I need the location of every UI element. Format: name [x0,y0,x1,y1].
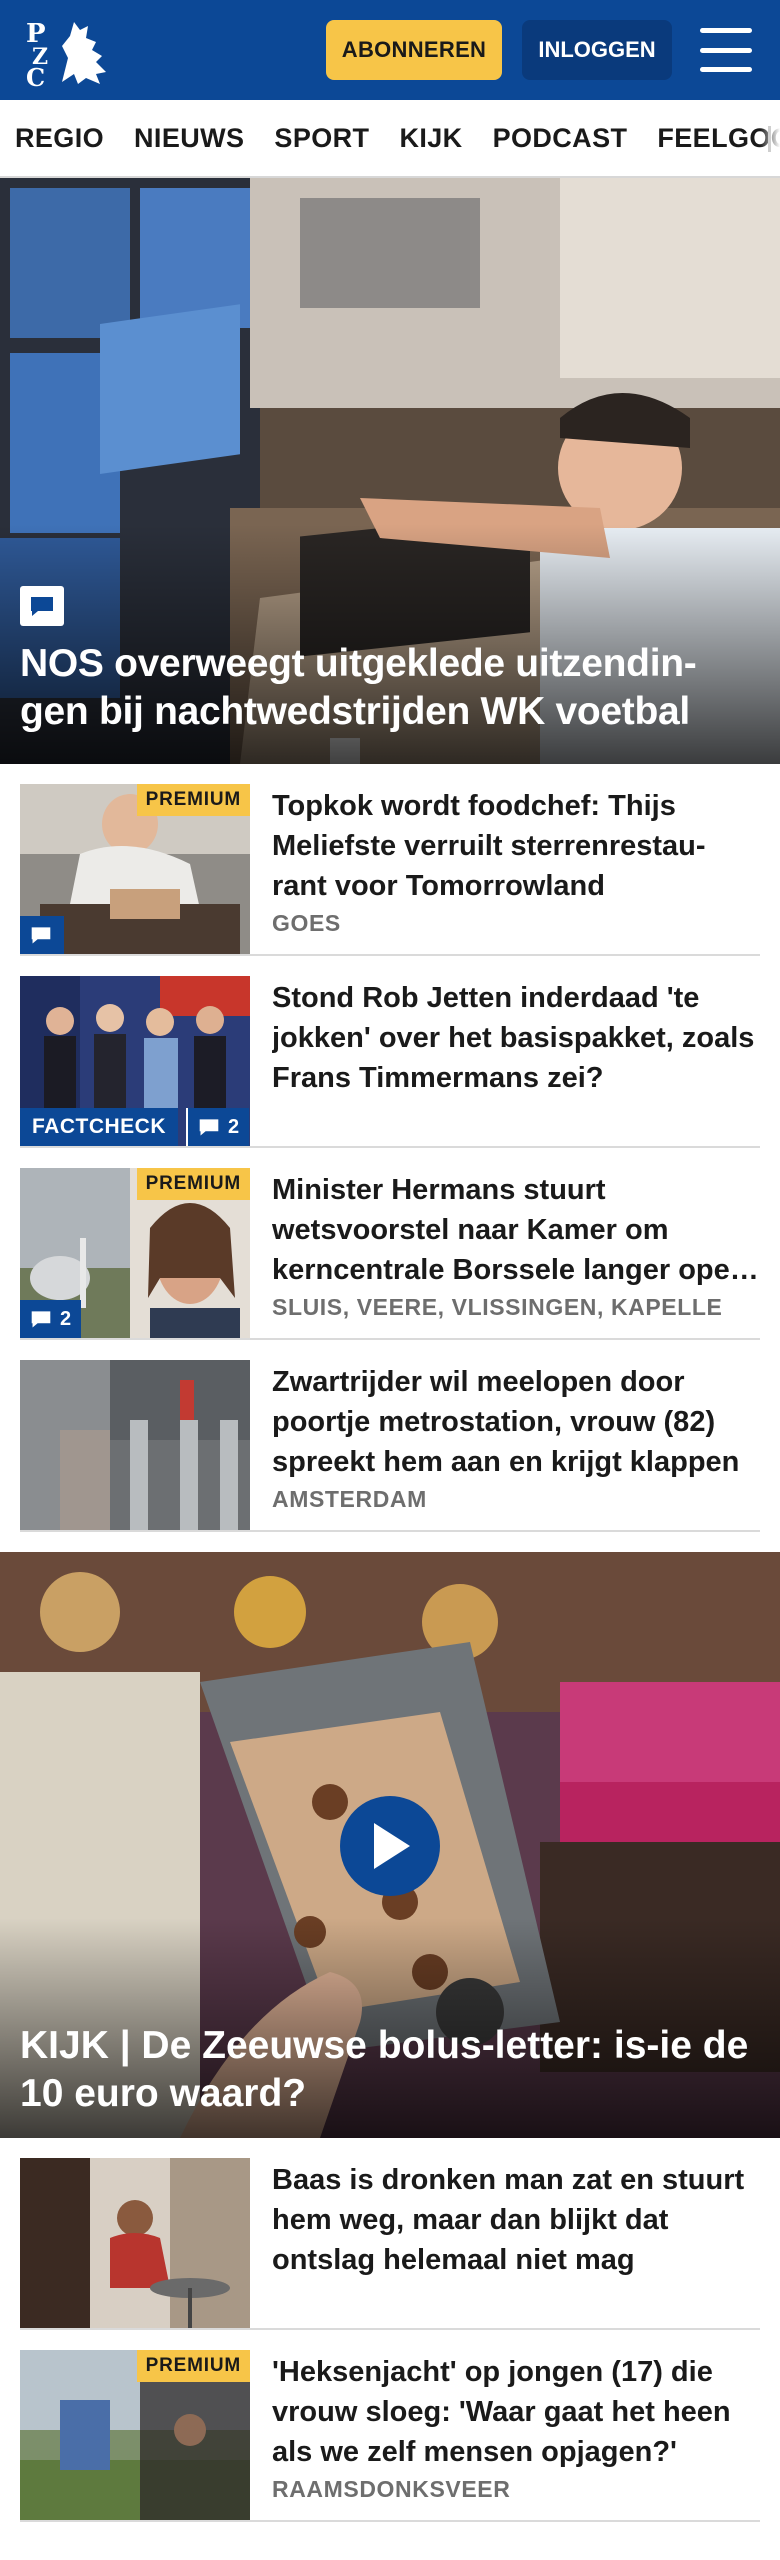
comment-count: 2 [60,1307,72,1330]
video-title[interactable]: KIJK | De Zeeuwse bolus-letter: is-ie de… [20,2022,760,2118]
list-item[interactable]: PREMIUM 2 Minister Hermans stuurt wetsvo… [20,1148,760,1340]
article-location: AMSTERDAM [272,1486,427,1512]
article-title[interactable]: Zwartrijder wil meelopen door poortje me… [272,1362,760,1482]
comment-count: 2 [228,1115,240,1138]
article-list-2: Baas is dronken man zat en stuurt hem we… [0,2138,780,2522]
comment-icon [20,916,64,954]
list-item[interactable]: FACTCHECK 2 Stond Rob Jetten inderdaad '… [20,956,760,1148]
nav-item-nieuws[interactable]: NIEUWS [119,123,259,154]
section-nav: REGIO NIEUWS SPORT KIJK PODCAST FEELGOOD [0,100,780,178]
hero-article[interactable]: NOS overweegt uitgeklede uitzendin-gen b… [0,178,780,764]
hamburger-menu-icon[interactable] [700,28,752,72]
article-location: RAAMSDONKSVEER [272,2476,511,2502]
pzc-logo-icon: P Z C [26,19,106,92]
nav-item-sport[interactable]: SPORT [259,123,384,154]
nav-item-podcast[interactable]: PODCAST [478,123,643,154]
article-title[interactable]: Stond Rob Jetten inderdaad 'te jokken' o… [272,978,760,1098]
nav-overflow-indicator [768,126,771,152]
article-thumbnail [20,2158,250,2328]
premium-badge: PREMIUM [136,784,250,816]
comment-count-badge: 2 [20,1300,82,1338]
article-thumbnail [20,1360,250,1530]
list-item[interactable]: PREMIUM 'Heksenjacht' op jongen (17) die… [20,2330,760,2522]
play-icon[interactable] [340,1796,440,1896]
article-photo [20,2158,250,2328]
article-thumbnail: PREMIUM 2 [20,1168,250,1338]
login-button[interactable]: INLOGGEN [522,20,672,80]
list-item[interactable]: Baas is dronken man zat en stuurt hem we… [20,2138,760,2330]
article-photo [20,1360,250,1530]
comment-icon [31,1311,51,1328]
article-thumbnail: FACTCHECK 2 [20,976,250,1146]
article-title[interactable]: 'Heksenjacht' op jongen (17) die vrouw s… [272,2352,760,2472]
list-item[interactable]: Zwartrijder wil meelopen door poortje me… [20,1340,760,1532]
list-item[interactable]: PREMIUM Topkok wordt foodchef: Thijs Mel… [20,764,760,956]
article-thumbnail: PREMIUM [20,784,250,954]
article-title[interactable]: Minister Hermans stuurt wetsvoorstel naa… [272,1170,760,1290]
article-title[interactable]: Topkok wordt foodchef: Thijs Meliefste v… [272,786,760,906]
nav-item-kijk[interactable]: KIJK [384,123,477,154]
svg-text:C: C [26,63,45,88]
article-location: GOES [272,910,341,936]
video-article[interactable]: KIJK | De Zeeuwse bolus-letter: is-ie de… [0,1552,780,2138]
site-header: P Z C ABONNEREN INLOGGEN [0,0,780,100]
pzc-logo[interactable]: P Z C [22,12,114,92]
premium-badge: PREMIUM [136,1168,250,1200]
article-location: SLUIS, VEERE, VLISSINGEN, KAPELLE [272,1294,723,1320]
comment-icon [199,1119,219,1136]
nav-item-regio[interactable]: REGIO [0,123,119,154]
hero-title[interactable]: NOS overweegt uitgeklede uitzendin-gen b… [20,640,760,736]
subscribe-button[interactable]: ABONNEREN [326,20,502,80]
article-title[interactable]: Baas is dronken man zat en stuurt hem we… [272,2160,760,2280]
factcheck-badge: FACTCHECK [20,1108,178,1146]
article-thumbnail: PREMIUM [20,2350,250,2520]
article-list: PREMIUM Topkok wordt foodchef: Thijs Mel… [0,764,780,1532]
comment-icon [20,586,64,626]
comment-count-badge: 2 [186,1108,250,1146]
premium-badge: PREMIUM [136,2350,250,2382]
